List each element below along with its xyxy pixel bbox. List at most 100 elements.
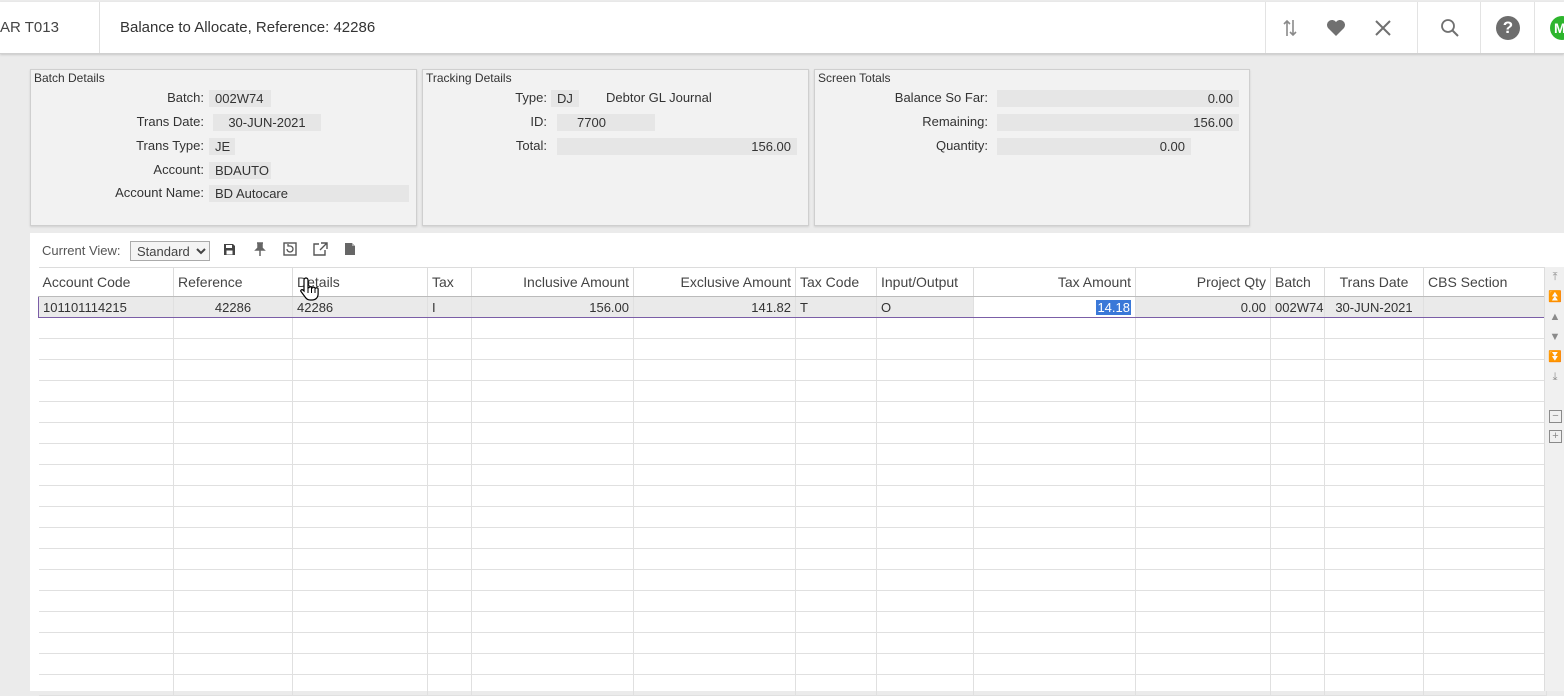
empty-cell[interactable] — [1270, 527, 1325, 549]
empty-cell[interactable] — [173, 338, 293, 360]
empty-cell[interactable] — [471, 674, 634, 696]
empty-cell[interactable] — [633, 548, 796, 570]
empty-cell[interactable] — [471, 611, 634, 633]
empty-cell[interactable] — [292, 443, 428, 465]
empty-cell[interactable] — [1135, 527, 1271, 549]
empty-cell[interactable] — [471, 464, 634, 486]
empty-cell[interactable] — [427, 674, 472, 696]
empty-cell[interactable] — [292, 359, 428, 381]
empty-cell[interactable] — [173, 317, 293, 339]
empty-cell[interactable] — [471, 569, 634, 591]
empty-cell[interactable] — [1423, 506, 1547, 528]
empty-cell[interactable] — [795, 548, 877, 570]
cell-account-code[interactable]: 101101114215 — [38, 296, 174, 318]
empty-cell[interactable] — [973, 338, 1136, 360]
empty-cell[interactable] — [427, 506, 472, 528]
empty-cell[interactable] — [795, 401, 877, 423]
empty-cell[interactable] — [471, 527, 634, 549]
empty-cell[interactable] — [173, 506, 293, 528]
empty-cell[interactable] — [38, 338, 174, 360]
empty-cell[interactable] — [173, 422, 293, 444]
empty-cell[interactable] — [876, 569, 974, 591]
empty-cell[interactable] — [38, 380, 174, 402]
empty-cell[interactable] — [1423, 401, 1547, 423]
empty-table-row[interactable] — [38, 506, 1547, 528]
empty-cell[interactable] — [876, 506, 974, 528]
empty-cell[interactable] — [1270, 485, 1325, 507]
empty-cell[interactable] — [471, 653, 634, 675]
empty-cell[interactable] — [973, 548, 1136, 570]
empty-cell[interactable] — [795, 359, 877, 381]
empty-cell[interactable] — [471, 401, 634, 423]
empty-cell[interactable] — [795, 632, 877, 654]
empty-cell[interactable] — [1135, 443, 1271, 465]
empty-table-row[interactable] — [38, 653, 1547, 675]
empty-table-row[interactable] — [38, 569, 1547, 591]
empty-cell[interactable] — [173, 464, 293, 486]
row-down-icon[interactable]: ▼ — [1548, 330, 1562, 344]
empty-cell[interactable] — [1423, 548, 1547, 570]
column-header-reference[interactable]: Reference — [173, 267, 293, 297]
favorite-button[interactable] — [1314, 2, 1358, 53]
empty-cell[interactable] — [1324, 338, 1424, 360]
restore-view-button[interactable] — [282, 241, 298, 257]
empty-cell[interactable] — [1270, 401, 1325, 423]
empty-cell[interactable] — [876, 443, 974, 465]
document-button[interactable] — [342, 241, 358, 257]
column-header-account-code[interactable]: Account Code — [38, 267, 174, 297]
empty-cell[interactable] — [1423, 422, 1547, 444]
empty-table-row[interactable] — [38, 590, 1547, 612]
empty-cell[interactable] — [1423, 359, 1547, 381]
column-header-tax[interactable]: Tax — [427, 267, 472, 297]
empty-cell[interactable] — [38, 632, 174, 654]
empty-cell[interactable] — [795, 590, 877, 612]
empty-cell[interactable] — [876, 674, 974, 696]
empty-cell[interactable] — [173, 611, 293, 633]
empty-cell[interactable] — [38, 674, 174, 696]
empty-cell[interactable] — [973, 464, 1136, 486]
empty-cell[interactable] — [973, 674, 1136, 696]
empty-cell[interactable] — [1135, 548, 1271, 570]
empty-cell[interactable] — [795, 317, 877, 339]
empty-cell[interactable] — [292, 464, 428, 486]
empty-cell[interactable] — [795, 443, 877, 465]
cell-reference[interactable]: 42286 — [173, 296, 293, 318]
empty-cell[interactable] — [427, 611, 472, 633]
empty-cell[interactable] — [292, 506, 428, 528]
empty-cell[interactable] — [1270, 380, 1325, 402]
empty-cell[interactable] — [292, 527, 428, 549]
empty-cell[interactable] — [1423, 653, 1547, 675]
empty-cell[interactable] — [38, 401, 174, 423]
cell-trans-date[interactable]: 30-JUN-2021 — [1324, 296, 1424, 318]
empty-cell[interactable] — [795, 338, 877, 360]
empty-cell[interactable] — [1270, 317, 1325, 339]
empty-cell[interactable] — [973, 527, 1136, 549]
empty-cell[interactable] — [973, 380, 1136, 402]
cell-project-qty[interactable]: 0.00 — [1135, 296, 1271, 318]
empty-cell[interactable] — [1135, 338, 1271, 360]
empty-cell[interactable] — [1135, 590, 1271, 612]
empty-cell[interactable] — [38, 653, 174, 675]
column-header-project-qty[interactable]: Project Qty — [1135, 267, 1271, 297]
empty-table-row[interactable] — [38, 401, 1547, 423]
empty-cell[interactable] — [471, 590, 634, 612]
empty-table-row[interactable] — [38, 338, 1547, 360]
empty-cell[interactable] — [1135, 674, 1271, 696]
empty-cell[interactable] — [1324, 653, 1424, 675]
empty-cell[interactable] — [427, 632, 472, 654]
empty-cell[interactable] — [876, 338, 974, 360]
tax-amount-input[interactable]: 14.18 — [973, 296, 1136, 318]
empty-cell[interactable] — [973, 632, 1136, 654]
empty-cell[interactable] — [173, 590, 293, 612]
empty-cell[interactable] — [38, 443, 174, 465]
empty-cell[interactable] — [471, 548, 634, 570]
empty-cell[interactable] — [1423, 569, 1547, 591]
cell-cbs-section[interactable] — [1423, 296, 1547, 318]
column-header-batch[interactable]: Batch — [1270, 267, 1325, 297]
empty-cell[interactable] — [795, 674, 877, 696]
empty-cell[interactable] — [1324, 548, 1424, 570]
empty-cell[interactable] — [1135, 632, 1271, 654]
empty-cell[interactable] — [471, 506, 634, 528]
empty-cell[interactable] — [173, 527, 293, 549]
export-button[interactable] — [312, 241, 328, 257]
